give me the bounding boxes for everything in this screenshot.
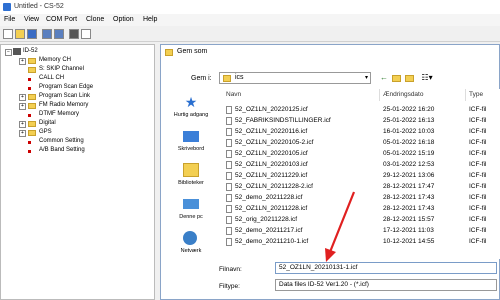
file-icon [226,172,232,180]
file-icon [226,128,232,136]
item-icon [28,87,31,90]
filetype-label: Filtype: [219,283,240,290]
toolbar [0,27,500,42]
file-row[interactable]: 52_OZ1LN_20220105.icf 05-01-2022 15:19 ICF… [221,149,500,159]
menu-file[interactable]: File [4,16,15,23]
folder-icon [28,121,36,127]
open-folder-icon[interactable] [15,29,25,39]
desktop-icon [183,131,199,142]
folder-icon [28,130,36,136]
read-radio-icon[interactable] [42,29,52,39]
new-file-icon[interactable] [3,29,13,39]
file-row[interactable]: 52_OZ1LN_20220103.icf 03-01-2022 12:53 ICF… [221,160,500,170]
item-icon [28,141,31,144]
dialog-title: Gem som [177,48,208,55]
view-menu-icon[interactable]: ☷▾ [419,73,435,83]
file-row[interactable]: 52_orig_20211228.icf 28-12-2021 15:57 ICF-… [221,215,500,225]
menu-option[interactable]: Option [113,16,134,23]
item-icon [28,114,31,117]
expand-icon[interactable]: + [19,58,26,65]
save-in-value: ics [235,74,244,81]
expand-icon[interactable]: + [19,121,26,128]
app-icon [3,3,11,11]
file-icon [226,205,232,213]
window-title: Untitled - CS-52 [14,3,64,10]
write-radio-icon[interactable] [54,29,64,39]
computer-icon [183,199,199,209]
save-in-label: Gem i: [191,75,212,82]
save-icon[interactable] [27,29,37,39]
column-header-name[interactable]: Navn [226,91,241,98]
up-folder-icon[interactable] [392,73,402,83]
channel-tree: − ID-52 + Memory CH S: SKIP Channel CALL… [0,44,155,300]
chevron-down-icon[interactable]: ▾ [365,74,368,81]
file-icon [226,216,232,224]
star-icon: ★ [184,94,198,110]
network-icon [183,231,197,245]
title-bar: Untitled - CS-52 [0,0,500,15]
item-icon [28,78,31,81]
file-row[interactable]: 52_OZ1LN_20220105-2.icf 05-01-2022 16:18 I… [221,138,500,148]
save-in-dropdown[interactable]: ics ▾ [219,72,371,84]
column-header-type[interactable]: Type [469,91,483,98]
filename-input[interactable]: 52_OZ1LN_20210131-1.icf [275,262,497,274]
file-icon [226,139,232,147]
menu-bar: File View COM Port Clone Option Help [0,14,500,26]
item-icon [28,150,31,153]
libraries-icon [183,163,199,177]
file-row[interactable]: 52_OZ1LN_20211229.icf 29-12-2021 13:06 ICF… [221,171,500,181]
filename-label: Filnavn: [219,266,242,273]
filetype-select[interactable]: Data files ID-52 Ver1.20 - (*.icf) [275,279,497,291]
expand-icon[interactable]: + [19,130,26,137]
menu-com-port[interactable]: COM Port [46,16,77,23]
folder-icon [28,94,36,100]
expand-icon[interactable]: + [19,94,26,101]
file-row[interactable]: 52_demo_20211228.icf 28-12-2021 17:43 ICF-… [221,193,500,203]
file-icon [226,161,232,169]
file-row[interactable]: 52_FABRIKSINDSTILLINGER.icf 25-01-2022 16… [221,116,500,126]
file-icon [226,183,232,191]
file-row[interactable]: 52_demo_20211217.icf 17-12-2021 11:03 ICF-… [221,226,500,236]
folder-icon [165,49,173,56]
file-icon [226,238,232,246]
folder-icon [223,75,231,82]
copy-icon[interactable] [81,29,91,39]
menu-clone[interactable]: Clone [86,16,104,23]
file-icon [226,194,232,202]
print-icon[interactable] [69,29,79,39]
back-icon[interactable]: ← [379,73,389,83]
file-icon [226,117,232,125]
expand-icon[interactable]: + [19,103,26,110]
file-row[interactable]: 52_OZ1LN_20220125.icf 25-01-2022 16:20 ICF… [221,105,500,115]
file-row[interactable]: 52_OZ1LN_20211228-2.icf 28-12-2021 17:47 I… [221,182,500,192]
menu-help[interactable]: Help [143,16,157,23]
folder-icon [28,58,36,64]
places-bar: ★ Hurtig adgang Skrivebord Biblioteker D… [173,94,209,254]
collapse-icon[interactable]: − [5,49,12,56]
file-list: Navn Ændringsdato Type 52_OZ1LN_20220125… [221,89,500,259]
column-header-date[interactable]: Ændringsdato [383,91,423,98]
file-row[interactable]: 52_OZ1LN_20211228.icf 28-12-2021 17:43 ICF… [221,204,500,214]
folder-icon [28,103,36,109]
folder-icon [28,67,36,73]
file-icon [226,106,232,114]
menu-view[interactable]: View [24,16,39,23]
file-icon [226,150,232,158]
file-row[interactable]: 52_OZ1LN_20220116.icf 16-01-2022 10:03 ICF… [221,127,500,137]
file-row[interactable]: 52_demo_20211210-1.icf 10-12-2021 14:55 IC… [221,237,500,247]
save-as-dialog: Gem som Gem i: ics ▾ ← ☷▾ ★ Hurtig adgan… [160,44,500,300]
radio-icon [13,48,21,55]
file-icon [226,227,232,235]
new-folder-icon[interactable] [405,73,415,83]
